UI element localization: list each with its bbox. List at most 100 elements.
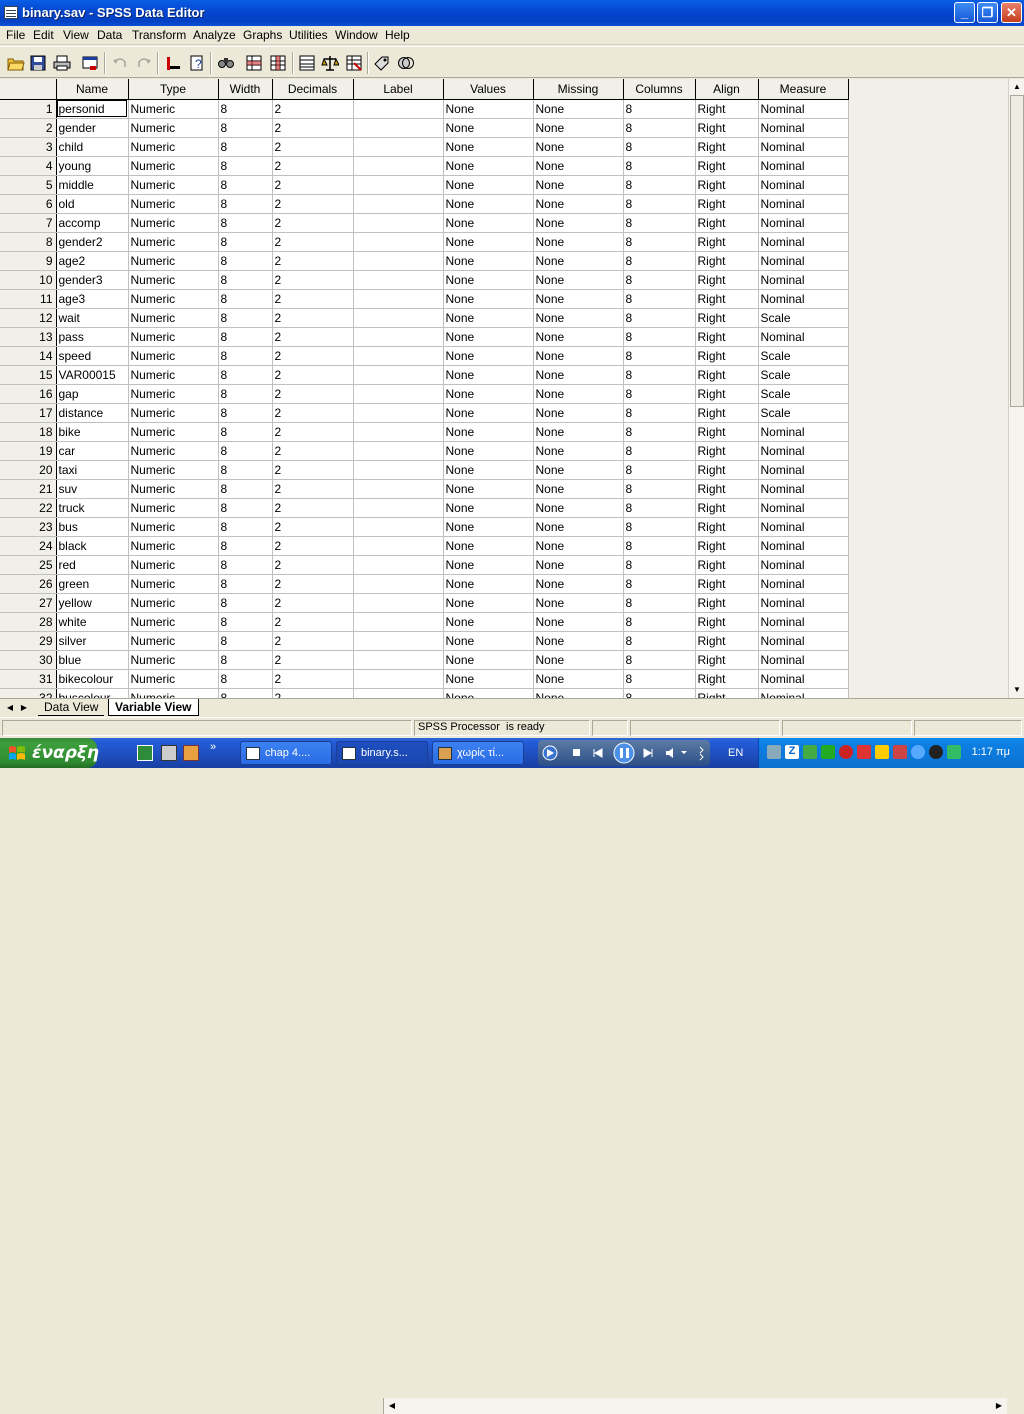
cell-type[interactable]: Numeric (128, 612, 219, 632)
cell-align[interactable]: Right (695, 631, 759, 651)
cell-columns[interactable]: 8 (623, 612, 696, 632)
tab-variable-view[interactable]: Variable View (108, 699, 199, 716)
cell-label[interactable] (353, 479, 444, 499)
cell-label[interactable] (353, 631, 444, 651)
volume-dropdown-icon[interactable] (681, 751, 687, 754)
cell-columns[interactable]: 8 (623, 232, 696, 252)
cell-missing[interactable]: None (533, 251, 624, 271)
use-sets-icon[interactable] (396, 53, 416, 73)
cell-align[interactable]: Right (695, 365, 759, 385)
cell-name[interactable]: old (56, 194, 129, 214)
cell-columns[interactable]: 8 (623, 555, 696, 575)
cell-name[interactable]: taxi (56, 460, 129, 480)
cell-columns[interactable]: 8 (623, 460, 696, 480)
cell-name[interactable]: black (56, 536, 129, 556)
cell-values[interactable]: None (443, 460, 534, 480)
cell-measure[interactable]: Scale (758, 403, 849, 423)
row-number[interactable]: 24 (0, 536, 57, 556)
cell-width[interactable]: 8 (218, 688, 273, 698)
cell-values[interactable]: None (443, 555, 534, 575)
cell-missing[interactable]: None (533, 498, 624, 518)
network-icon[interactable] (767, 745, 781, 759)
menu-edit[interactable]: Edit (33, 28, 54, 42)
cell-measure[interactable]: Nominal (758, 517, 849, 537)
cell-label[interactable] (353, 289, 444, 309)
cell-decimals[interactable]: 2 (272, 308, 354, 328)
cell-values[interactable]: None (443, 118, 534, 138)
cell-missing[interactable]: None (533, 441, 624, 461)
cell-align[interactable]: Right (695, 346, 759, 366)
cell-decimals[interactable]: 2 (272, 213, 354, 233)
cell-name[interactable]: truck (56, 498, 129, 518)
col-header-values[interactable]: Values (443, 79, 534, 100)
redo-icon[interactable] (134, 53, 154, 73)
cell-values[interactable]: None (443, 479, 534, 499)
cell-missing[interactable]: None (533, 650, 624, 670)
corner-cell[interactable] (0, 79, 57, 100)
row-number[interactable]: 19 (0, 441, 57, 461)
cell-decimals[interactable]: 2 (272, 612, 354, 632)
cell-values[interactable]: None (443, 631, 534, 651)
cell-width[interactable]: 8 (218, 289, 273, 309)
cell-align[interactable]: Right (695, 251, 759, 271)
cell-missing[interactable]: None (533, 422, 624, 442)
cell-label[interactable] (353, 593, 444, 613)
cell-name[interactable]: gender2 (56, 232, 129, 252)
cell-values[interactable]: None (443, 612, 534, 632)
cell-type[interactable]: Numeric (128, 194, 219, 214)
cell-decimals[interactable]: 2 (272, 194, 354, 214)
cell-values[interactable]: None (443, 194, 534, 214)
cell-decimals[interactable]: 2 (272, 593, 354, 613)
task-item-paint[interactable]: χωρίς τί... (432, 741, 524, 765)
quicklaunch-h-icon[interactable] (137, 745, 153, 761)
tab-data-view[interactable]: Data View (38, 699, 105, 716)
cell-measure[interactable]: Nominal (758, 118, 849, 138)
cell-columns[interactable]: 8 (623, 308, 696, 328)
cell-label[interactable] (353, 517, 444, 537)
cell-decimals[interactable]: 2 (272, 289, 354, 309)
cell-width[interactable]: 8 (218, 517, 273, 537)
cell-align[interactable]: Right (695, 498, 759, 518)
menu-data[interactable]: Data (97, 28, 122, 42)
menu-file[interactable]: File (6, 28, 25, 42)
cell-width[interactable]: 8 (218, 251, 273, 271)
cell-width[interactable]: 8 (218, 232, 273, 252)
cell-label[interactable] (353, 232, 444, 252)
cell-label[interactable] (353, 555, 444, 575)
cell-name[interactable]: car (56, 441, 129, 461)
row-number[interactable]: 11 (0, 289, 57, 309)
cell-measure[interactable]: Nominal (758, 650, 849, 670)
cell-align[interactable]: Right (695, 194, 759, 214)
cell-label[interactable] (353, 422, 444, 442)
cell-columns[interactable]: 8 (623, 194, 696, 214)
cell-align[interactable]: Right (695, 156, 759, 176)
quicklaunch-computer-icon[interactable] (161, 745, 177, 761)
cell-columns[interactable]: 8 (623, 384, 696, 404)
menu-view[interactable]: View (63, 28, 89, 42)
cell-type[interactable]: Numeric (128, 517, 219, 537)
cell-label[interactable] (353, 365, 444, 385)
col-header-label[interactable]: Label (353, 79, 444, 100)
cell-align[interactable]: Right (695, 422, 759, 442)
cell-name[interactable]: red (56, 555, 129, 575)
cell-align[interactable]: Right (695, 384, 759, 404)
col-header-columns[interactable]: Columns (623, 79, 696, 100)
cell-missing[interactable]: None (533, 232, 624, 252)
tab-prev-icon[interactable]: ◀ (4, 701, 16, 714)
cell-width[interactable]: 8 (218, 327, 273, 347)
cell-name[interactable]: bike (56, 422, 129, 442)
row-number[interactable]: 27 (0, 593, 57, 613)
cell-label[interactable] (353, 460, 444, 480)
cell-missing[interactable]: None (533, 346, 624, 366)
col-header-name[interactable]: Name (56, 79, 129, 100)
cell-values[interactable]: None (443, 346, 534, 366)
spss-app-icon[interactable] (4, 6, 18, 19)
cell-align[interactable]: Right (695, 232, 759, 252)
row-number[interactable]: 30 (0, 650, 57, 670)
menu-transform[interactable]: Transform (132, 28, 186, 42)
cell-type[interactable]: Numeric (128, 422, 219, 442)
cell-missing[interactable]: None (533, 612, 624, 632)
cell-columns[interactable]: 8 (623, 365, 696, 385)
cell-decimals[interactable]: 2 (272, 99, 354, 119)
cell-align[interactable]: Right (695, 479, 759, 499)
